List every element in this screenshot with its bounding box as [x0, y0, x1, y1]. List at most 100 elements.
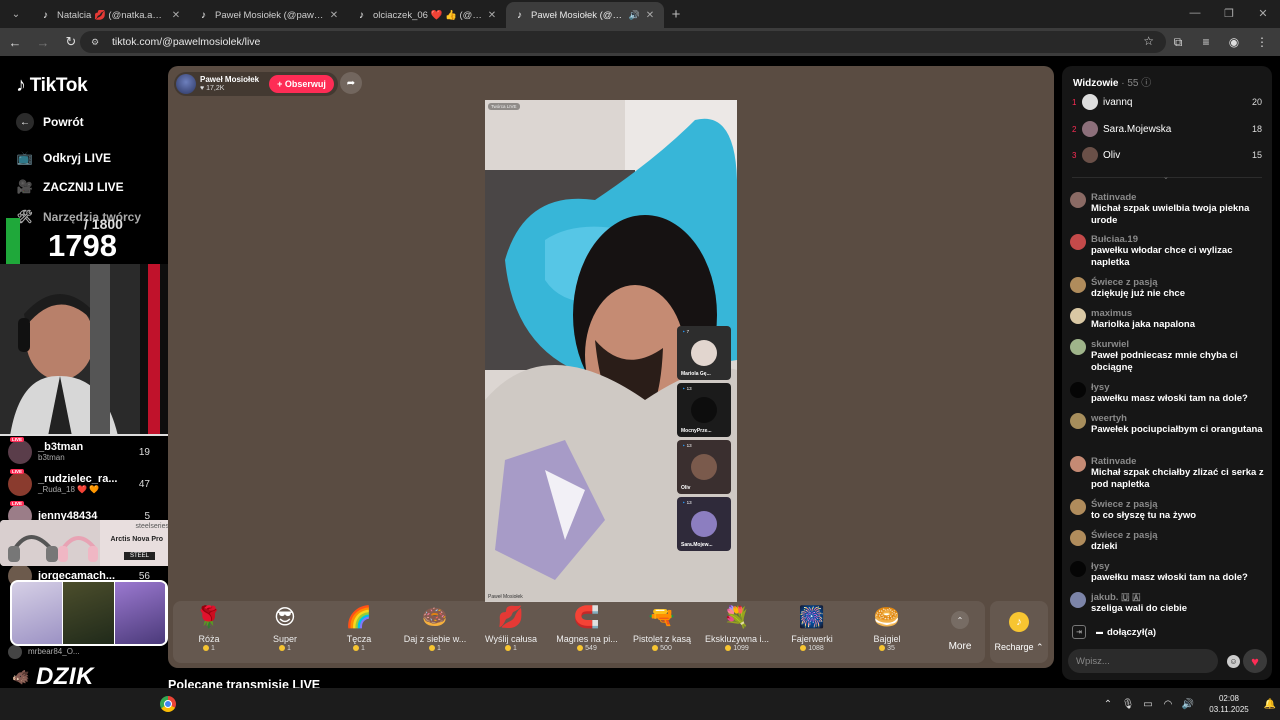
avatar[interactable]	[1070, 499, 1086, 515]
live-video[interactable]: Twórca LIVE Paweł Mosiołek 🔹7 Mariola Gę…	[485, 100, 737, 602]
nav-start-live[interactable]: 🎥 ZACZNIJ LIVE	[16, 178, 124, 196]
address-bar[interactable]: ⚙ tiktok.com/@pawelmosiolek/live ☆	[80, 31, 1166, 53]
host-avatar[interactable]	[176, 74, 196, 94]
share-icon[interactable]: ➦	[340, 72, 362, 94]
forward-arrow-icon[interactable]: →	[30, 30, 56, 54]
chat-user[interactable]: Ratinvade	[1091, 192, 1266, 203]
avatar[interactable]	[1070, 308, 1086, 324]
back-button[interactable]: ← Powrót	[16, 113, 84, 131]
info-icon[interactable]: ⓘ	[1141, 78, 1151, 89]
chat-input[interactable]: Wpisz...	[1068, 649, 1218, 673]
wifi-icon[interactable]: ◠	[1158, 699, 1178, 710]
recharge-button[interactable]: ♪ Recharge ⌃	[990, 601, 1048, 663]
chat-user[interactable]: skurwiel	[1091, 339, 1266, 350]
close-window-icon[interactable]: ✕	[1246, 0, 1280, 26]
chat-user[interactable]: weertyh	[1091, 413, 1263, 424]
extensions-icon[interactable]: ⧉	[1164, 30, 1192, 54]
chat-user[interactable]: Ratinvade	[1091, 456, 1266, 467]
chat-user[interactable]: Bułciaa.19	[1091, 234, 1266, 245]
microphone-icon[interactable]: 🎙	[1118, 699, 1138, 710]
back-arrow-icon[interactable]: ←	[2, 30, 28, 54]
new-tab-button[interactable]: +	[664, 2, 688, 26]
gift-item[interactable]: 💐 Ekskluzywna i... 1099	[699, 605, 775, 659]
list-item[interactable]: LIVE _b3tman b3tman 19	[8, 436, 158, 468]
avatar[interactable]	[1070, 277, 1086, 293]
nav-discover-live[interactable]: 📺 Odkryj LIVE	[16, 149, 111, 167]
browser-menu-icon[interactable]: ⋮	[1248, 30, 1276, 54]
chat-user[interactable]: Świece z pasją	[1091, 530, 1158, 541]
chat-text: Mariolka jaka napalona	[1091, 319, 1196, 330]
viewer-count: 19	[138, 446, 150, 458]
profile-icon[interactable]: ◉	[1220, 30, 1248, 54]
network-icon[interactable]: ▭	[1138, 699, 1158, 710]
list-item[interactable]: LIVE _rudzielec_ra... _Ruda_18 ❤️ 🧡 47	[8, 468, 158, 500]
chat-user[interactable]: łysy	[1091, 561, 1248, 572]
gift-name: Tęcza	[346, 634, 372, 644]
minimize-icon[interactable]: —	[1178, 0, 1212, 26]
gift-item[interactable]: 🎆 Fajerwerki 1088	[774, 605, 850, 659]
progress-bar	[6, 218, 20, 264]
gift-item[interactable]: 🌹 Róża 1	[171, 605, 247, 659]
browser-tab[interactable]: ♪ Paweł Mosiołek (@pawelmosio ✕	[190, 2, 348, 28]
brand-name: TikTok	[29, 74, 88, 96]
notification-bell-icon[interactable]: 🔔	[1260, 699, 1280, 710]
chat-user[interactable]: maximus	[1091, 308, 1195, 319]
chrome-icon[interactable]	[160, 696, 176, 712]
guest-tile[interactable]: 🔹13 Oliv	[677, 440, 731, 494]
gift-item[interactable]: 🌈 Tęcza 1	[321, 605, 397, 659]
browser-tab[interactable]: ♪ olciaczek_06 ❤️ 👍 (@olciaczek ✕	[348, 2, 506, 28]
chat-user[interactable]: łysy	[1091, 382, 1248, 393]
gift-item[interactable]: 🧲 Magnes na pi... 549	[549, 605, 625, 659]
speaker-icon[interactable]: 🔊	[629, 10, 640, 21]
site-info-icon[interactable]: ⚙	[88, 35, 102, 49]
viewer-name: Sara.Mojewska	[1103, 123, 1172, 135]
chat-user[interactable]: jakub. 🇺 🇦	[1091, 592, 1187, 603]
guest-tile[interactable]: 🔹7 Mariola Gę...	[677, 326, 731, 380]
avatar[interactable]	[1070, 192, 1086, 208]
bookmark-star-icon[interactable]: ☆	[1143, 34, 1154, 48]
gift-item[interactable]: 🥯 Bajgiel 35	[849, 605, 925, 659]
close-tab-icon[interactable]: ✕	[170, 10, 182, 21]
avatar[interactable]	[1070, 234, 1086, 250]
follow-button[interactable]: + Obserwuj	[269, 75, 334, 93]
chat-user[interactable]: Świece z pasją	[1091, 277, 1185, 288]
avatar[interactable]	[1070, 456, 1086, 472]
close-tab-icon[interactable]: ✕	[486, 10, 498, 21]
top-viewer-row[interactable]: 2 Sara.Mojewska 18	[1072, 119, 1262, 139]
browser-tab-active[interactable]: ♪ Paweł Mosiołek (@pawelm 🔊 ✕	[506, 2, 664, 28]
chevron-down-icon[interactable]: ⌄	[1163, 173, 1169, 181]
reading-list-icon[interactable]: ≡	[1192, 30, 1220, 54]
avatar[interactable]	[1070, 339, 1086, 355]
gift-item[interactable]: 🔫 Pistolet z kasą 500	[624, 605, 700, 659]
avatar[interactable]	[1070, 592, 1086, 608]
top-viewer-row[interactable]: 1 ivannq 20	[1072, 92, 1262, 112]
avatar[interactable]	[1070, 561, 1086, 577]
gift-item[interactable]: 🍩 Daj z siebie w... 1	[397, 605, 473, 659]
avatar[interactable]	[1070, 382, 1086, 398]
chevron-up-icon[interactable]: ⌃	[1098, 699, 1118, 710]
clock[interactable]: 02:08 03.11.2025	[1202, 693, 1256, 715]
live-stage: Paweł Mosiołek ♥ 17,2K + Obserwuj ➦ Twór…	[168, 66, 1054, 668]
emoji-icon[interactable]: ☺	[1227, 655, 1240, 668]
chat-user[interactable]: Świece z pasją	[1091, 499, 1196, 510]
avatar	[8, 645, 22, 659]
gift-item[interactable]: 😎 Super 1	[247, 605, 323, 659]
host-name[interactable]: Paweł Mosiołek	[200, 75, 259, 84]
avatar[interactable]	[1070, 413, 1086, 429]
heart-like-icon[interactable]: ♥	[1243, 649, 1267, 673]
avatar[interactable]	[1070, 530, 1086, 546]
tiktok-logo[interactable]: ♪ TikTok	[16, 74, 88, 97]
restore-icon[interactable]: ❐	[1212, 0, 1246, 26]
guest-tile[interactable]: 🔹13 MocnyPrze...	[677, 383, 731, 437]
gift-item[interactable]: 💋 Wyślij całusa 1	[473, 605, 549, 659]
viewers-header: Widzowie · 55 ⓘ	[1073, 74, 1151, 89]
more-gifts-button[interactable]: ⌃ More	[938, 601, 982, 663]
tab-search-icon[interactable]: ⌄	[4, 3, 28, 25]
close-tab-icon[interactable]: ✕	[328, 10, 340, 21]
top-viewer-row[interactable]: 3 Oliv 15	[1072, 145, 1262, 165]
ad-button[interactable]: STEEL	[123, 552, 155, 560]
browser-tab[interactable]: ♪ Natalcia 💋 (@natka.aa_) prowa ✕	[32, 2, 190, 28]
volume-icon[interactable]: 🔊	[1178, 699, 1198, 710]
close-tab-icon[interactable]: ✕	[644, 10, 656, 21]
guest-tile[interactable]: 🔹13 Sara.Mojew...	[677, 497, 731, 551]
